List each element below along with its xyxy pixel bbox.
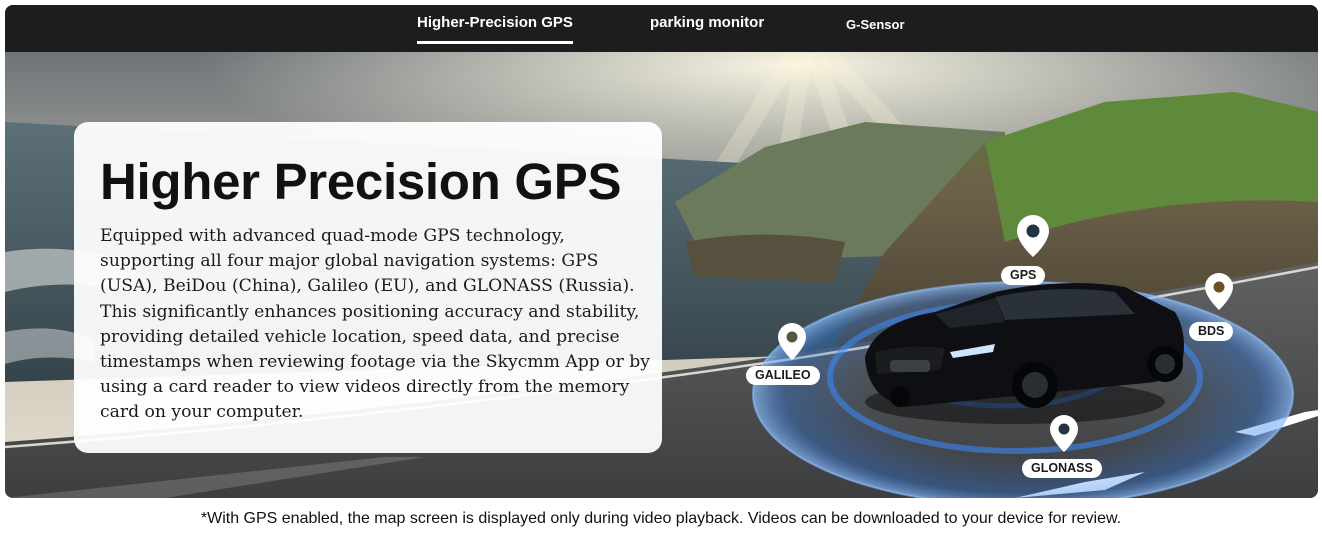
- feature-tabs: Higher-Precision GPS parking monitor G-S…: [5, 5, 1318, 52]
- pin-label-bds: BDS: [1189, 322, 1234, 341]
- page-title: Higher Precision GPS: [100, 153, 622, 210]
- gps-info-card: Higher Precision GPS Equipped with advan…: [74, 122, 662, 453]
- pin-label-gps: GPS: [1001, 266, 1046, 285]
- tab-higher-precision-gps[interactable]: Higher-Precision GPS: [417, 14, 573, 44]
- tab-parking-monitor[interactable]: parking monitor: [650, 14, 764, 31]
- gps-footnote: *With GPS enabled, the map screen is dis…: [200, 510, 1122, 527]
- pin-label-galileo: GALILEO: [746, 366, 820, 385]
- tab-g-sensor[interactable]: G-Sensor: [846, 17, 905, 32]
- pin-label-glonass: GLONASS: [1022, 459, 1102, 478]
- feature-banner: Higher-Precision GPS parking monitor G-S…: [5, 5, 1318, 498]
- gps-description: Equipped with advanced quad-mode GPS tec…: [100, 226, 651, 423]
- hero-image: Higher Precision GPS Equipped with advan…: [5, 52, 1318, 498]
